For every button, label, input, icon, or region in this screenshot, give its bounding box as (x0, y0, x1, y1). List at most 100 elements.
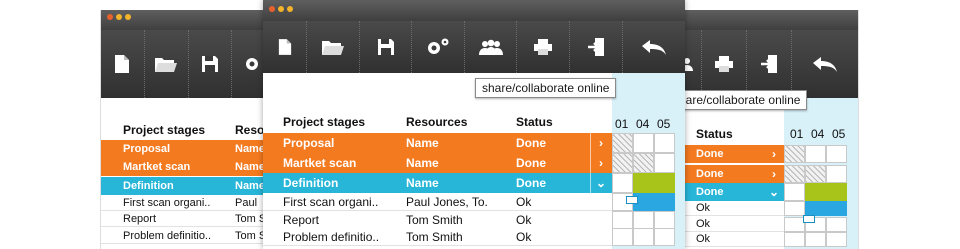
gantt-cell (805, 183, 826, 201)
close-dot-icon[interactable] (107, 14, 113, 20)
table-row[interactable]: First scan organi.. Paul (101, 195, 276, 211)
right-header-status: Status (696, 127, 733, 141)
gantt-cell (654, 153, 675, 173)
stage-cell: Report (283, 212, 320, 227)
table-row[interactable]: Ok (672, 201, 784, 216)
new-document-icon (115, 55, 130, 73)
gantt-day: 01 (615, 117, 629, 131)
settings-button[interactable] (412, 21, 465, 73)
table-row[interactable]: Ok (672, 232, 784, 247)
open-folder-button[interactable] (145, 30, 189, 98)
new-document-button[interactable] (263, 21, 307, 73)
table-row[interactable]: Proposal Name Done › (263, 133, 612, 153)
chevron-right-icon[interactable]: › (590, 153, 611, 173)
close-dot-icon[interactable] (269, 6, 275, 12)
gantt-cell (654, 228, 675, 246)
gantt-cell (784, 165, 805, 183)
gantt-cell (784, 201, 805, 216)
table-row[interactable]: Done › (672, 145, 784, 163)
gantt-cell (654, 173, 675, 193)
gantt-cell (826, 183, 847, 201)
zoom-dot-icon[interactable] (287, 6, 293, 12)
gantt-day: 04 (636, 117, 650, 131)
resource-cell: Paul Jones, To. (406, 194, 488, 209)
share-tooltip: share/collaborate online (475, 78, 617, 98)
right-export-button[interactable] (747, 30, 792, 98)
stage-cell: Proposal (123, 143, 171, 155)
chevron-right-icon[interactable]: › (764, 165, 784, 183)
open-folder-button[interactable] (307, 21, 360, 73)
export-button[interactable] (570, 21, 623, 73)
print-icon (534, 39, 552, 55)
save-button[interactable] (360, 21, 412, 73)
table-row[interactable]: Proposal Name (101, 140, 276, 158)
table-row[interactable]: Martket scan Name (101, 158, 276, 176)
minimize-dot-icon[interactable] (278, 6, 284, 12)
save-icon (201, 56, 218, 72)
status-cell: Ok (516, 212, 532, 227)
table-row[interactable]: Definition Name Done ⌄ (263, 173, 612, 193)
resource-cell: Name (406, 156, 439, 170)
zoom-dot-icon[interactable] (125, 14, 131, 20)
undo-icon (813, 57, 837, 72)
left-titlebar (101, 10, 276, 30)
right-print-button[interactable] (702, 30, 747, 98)
table-row[interactable]: Report Tom Smith Ok (263, 211, 612, 229)
gantt-cell (826, 232, 847, 247)
status-cell: Done (516, 156, 546, 170)
gantt-cell (654, 211, 675, 229)
status-cell: Done (696, 186, 724, 198)
table-row[interactable]: Problem definitio.. Tom Smith Ok (263, 228, 612, 246)
table-row[interactable]: Ok (672, 217, 784, 232)
export-icon (761, 55, 777, 73)
new-document-button[interactable] (101, 30, 145, 98)
stage-cell: Definition (123, 180, 174, 192)
header-status: Status (516, 115, 553, 129)
status-cell: Ok (516, 194, 532, 209)
print-icon (715, 56, 733, 72)
chevron-right-icon[interactable]: › (764, 145, 784, 163)
undo-icon (642, 40, 666, 55)
open-folder-icon (155, 58, 178, 72)
table-row[interactable]: Problem definitio.. Tom S (101, 228, 276, 244)
save-button[interactable] (189, 30, 233, 98)
table-row[interactable]: Done › (672, 165, 784, 183)
table-row[interactable]: Definition Name (101, 177, 276, 195)
mail-icon (803, 215, 815, 223)
status-cell: Done (516, 176, 546, 190)
gantt-cell (826, 217, 847, 232)
gantt-cell (826, 201, 847, 216)
undo-button[interactable] (623, 21, 685, 73)
print-button[interactable] (517, 21, 570, 73)
left-header-resources: Reso (235, 123, 265, 137)
stage-cell: Report (123, 212, 157, 225)
gantt-days-header: 01 04 05 (615, 117, 678, 131)
gantt-cell (612, 173, 633, 193)
gantt-cell (612, 153, 633, 173)
right-undo-button[interactable] (792, 30, 858, 98)
gantt-cell (633, 133, 654, 153)
table-row[interactable]: First scan organi.. Paul Jones, To. Ok (263, 193, 612, 211)
status-cell: Done (696, 148, 724, 160)
gantt-cell (654, 133, 675, 153)
table-row[interactable]: Martket scan Name Done › (263, 153, 612, 173)
chevron-down-icon[interactable]: ⌄ (590, 173, 611, 193)
open-folder-icon (322, 41, 344, 55)
gantt-day: 05 (657, 117, 671, 131)
new-document-icon (278, 39, 291, 55)
status-cell: Done (696, 168, 724, 180)
table-row[interactable]: Done ⌄ (672, 183, 784, 201)
gantt-day: 05 (832, 127, 846, 141)
chevron-right-icon[interactable]: › (590, 133, 611, 153)
table-row[interactable]: Report Tom S (101, 211, 276, 227)
stage-cell: Proposal (283, 136, 335, 150)
gantt-day: 04 (811, 127, 825, 141)
share-collaborate-button[interactable] (465, 21, 517, 73)
gantt-cell (612, 228, 633, 246)
gantt-cell (784, 145, 805, 163)
gantt-cell (826, 145, 847, 163)
gantt-cell (784, 217, 805, 232)
chevron-down-icon[interactable]: ⌄ (764, 183, 784, 201)
export-icon (588, 38, 604, 56)
minimize-dot-icon[interactable] (116, 14, 122, 20)
